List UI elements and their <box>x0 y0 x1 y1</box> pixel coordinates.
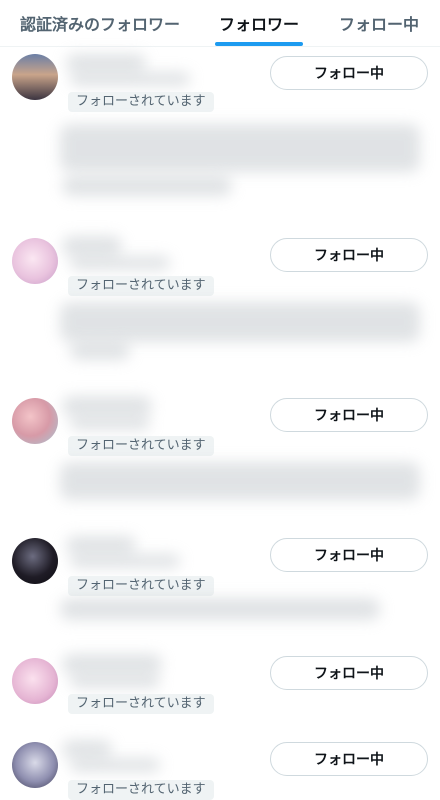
follower-row[interactable]: フォローされています フォロー中 <box>0 530 440 648</box>
avatar[interactable] <box>12 742 58 788</box>
blurred-handle <box>70 554 180 568</box>
blurred-bio <box>60 462 420 500</box>
follows-you-badge: フォローされています <box>68 92 214 112</box>
tab-followers[interactable]: フォロワー <box>200 0 318 46</box>
follower-row[interactable]: フォローされています フォロー中 <box>0 46 440 222</box>
blurred-bio <box>70 342 130 360</box>
follows-you-badge: フォローされています <box>68 694 214 714</box>
tab-label: 認証済みのフォロワー <box>19 15 180 34</box>
following-button[interactable]: フォロー中 <box>270 538 428 572</box>
blurred-bio <box>60 302 420 342</box>
blurred-name <box>62 236 122 256</box>
blurred-handle <box>70 256 170 270</box>
blurred-handle <box>70 674 160 688</box>
follows-you-badge: フォローされています <box>68 576 214 596</box>
avatar[interactable] <box>12 54 58 100</box>
blurred-name <box>62 396 152 416</box>
tab-label: フォロワー <box>218 15 299 34</box>
avatar[interactable] <box>12 238 58 284</box>
following-button[interactable]: フォロー中 <box>270 656 428 690</box>
follows-you-badge: フォローされています <box>68 276 214 296</box>
blurred-bio <box>60 598 380 620</box>
follows-you-badge: フォローされています <box>68 436 214 456</box>
following-button[interactable]: フォロー中 <box>270 238 428 272</box>
blurred-handle <box>70 758 160 772</box>
follower-row[interactable]: フォローされています フォロー中 <box>0 734 440 800</box>
blurred-name <box>66 54 146 72</box>
follower-row[interactable]: フォローされています フォロー中 <box>0 230 440 380</box>
blurred-name <box>66 536 136 554</box>
avatar[interactable] <box>12 398 58 444</box>
blurred-name <box>62 654 162 674</box>
tab-label: フォロー中 <box>338 15 419 34</box>
following-button[interactable]: フォロー中 <box>270 742 428 776</box>
following-button[interactable]: フォロー中 <box>270 56 428 90</box>
tab-bar: 認証済みのフォロワー フォロワー フォロー中 <box>0 0 440 47</box>
blurred-handle <box>70 72 190 86</box>
avatar[interactable] <box>12 538 58 584</box>
tab-following[interactable]: フォロー中 <box>318 0 440 46</box>
follower-row[interactable]: フォローされています フォロー中 <box>0 390 440 525</box>
avatar[interactable] <box>12 658 58 704</box>
follows-you-badge: フォローされています <box>68 780 214 800</box>
blurred-bio <box>62 176 232 196</box>
following-button[interactable]: フォロー中 <box>270 398 428 432</box>
blurred-bio <box>60 124 420 172</box>
follower-row[interactable]: フォローされています フォロー中 <box>0 650 440 740</box>
tab-verified-followers[interactable]: 認証済みのフォロワー <box>0 0 200 46</box>
blurred-handle <box>70 416 150 430</box>
blurred-name <box>62 740 112 758</box>
